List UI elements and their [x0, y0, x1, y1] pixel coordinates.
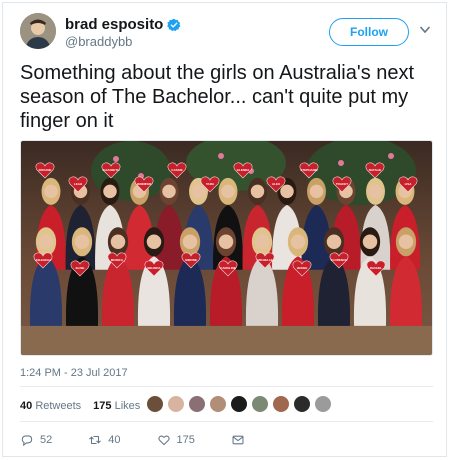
tweet-photo[interactable]: ROXANE LEAH ELIZABETH JENNIFER CASSIE TARA GLE… [20, 140, 433, 356]
user-name-row: brad esposito [65, 16, 181, 33]
heart-icon [157, 435, 170, 446]
name-tag-label: SIMONE [185, 258, 197, 262]
name-tag-label: NATALIE [369, 168, 382, 172]
user-handle[interactable]: @braddybb [65, 34, 132, 49]
name-tag-label: MICHELLE [257, 258, 272, 262]
liker-avatar[interactable] [314, 395, 332, 413]
reply-action[interactable]: 52 [20, 433, 52, 447]
liker-avatar[interactable] [167, 395, 185, 413]
divider-bottom [20, 421, 433, 422]
name-tag-label: TRACEY [336, 182, 348, 186]
retweets-label: Retweets [35, 400, 82, 412]
name-tag-label: ALEX [272, 182, 280, 186]
retweet-icon [89, 435, 102, 445]
reply-count: 52 [40, 434, 53, 446]
liker-avatar[interactable] [272, 395, 290, 413]
name-tag-label: ELIZABETH [103, 168, 120, 172]
name-tag-label: MONICA [111, 258, 124, 262]
name-tag-label: ELISE [76, 266, 85, 270]
engagement-stats: 40 Retweets 175 Likes [20, 398, 158, 414]
verified-badge-icon [167, 18, 181, 31]
retweet-count: 40 [108, 434, 121, 446]
name-tag-label: LEAH [74, 182, 82, 186]
tweet-timestamp[interactable]: 1:24 PM - 23 Jul 2017 [20, 367, 128, 379]
name-tag-label: BELINDA [147, 266, 161, 270]
retweet-action[interactable]: 40 [88, 433, 121, 447]
name-tag-label: FLORENCE [331, 258, 348, 262]
name-tag-label: CAROLINE [220, 266, 236, 270]
avatar[interactable] [20, 13, 56, 49]
chevron-down-icon[interactable] [420, 26, 430, 34]
name-tag-label: JENNIFER [137, 182, 153, 186]
name-tag-label: RACHEL [370, 266, 383, 270]
group-photo-icon: ROXANE LEAH ELIZABETH JENNIFER CASSIE TARA GLE… [21, 141, 432, 355]
reply-icon [21, 435, 33, 446]
message-action[interactable] [231, 433, 245, 447]
like-action[interactable]: 175 [157, 433, 195, 447]
name-tag-label: LISA [405, 182, 413, 186]
name-tag-label: CASSIE [171, 168, 182, 172]
divider-top [20, 386, 433, 387]
liker-avatar[interactable] [251, 395, 269, 413]
display-name[interactable]: brad esposito [65, 16, 163, 33]
envelope-icon [232, 435, 244, 445]
retweets-stat[interactable]: 40 Retweets [20, 400, 81, 412]
name-tag-label: JESSIE [297, 266, 308, 270]
likes-stat[interactable]: 175 Likes [93, 400, 140, 412]
tweet-text: Something about the girls on Australia's… [20, 62, 415, 132]
follow-button[interactable]: Follow [329, 18, 409, 46]
retweets-count: 40 [20, 400, 33, 412]
name-tag-label: ROXANE [39, 168, 52, 172]
liker-avatars [146, 395, 332, 413]
likes-label: Likes [114, 400, 141, 412]
liker-avatar[interactable] [230, 395, 248, 413]
avatar-photo-icon [20, 13, 56, 49]
tweet-card: brad esposito @braddybb Follow Something… [2, 2, 447, 457]
likes-count: 175 [93, 400, 112, 412]
liker-avatar[interactable] [146, 395, 164, 413]
liker-avatar[interactable] [188, 395, 206, 413]
name-tag-label: ASHLEIGH [35, 258, 51, 262]
tweet-actions: 52 40 175 [20, 433, 281, 447]
liker-avatar[interactable] [209, 395, 227, 413]
like-count: 175 [176, 434, 195, 446]
name-tag-label: TARA [206, 182, 215, 186]
liker-avatar[interactable] [293, 395, 311, 413]
name-tag-label: STEPHANIE [300, 168, 317, 172]
name-tag-label: GLENDA [237, 168, 251, 172]
